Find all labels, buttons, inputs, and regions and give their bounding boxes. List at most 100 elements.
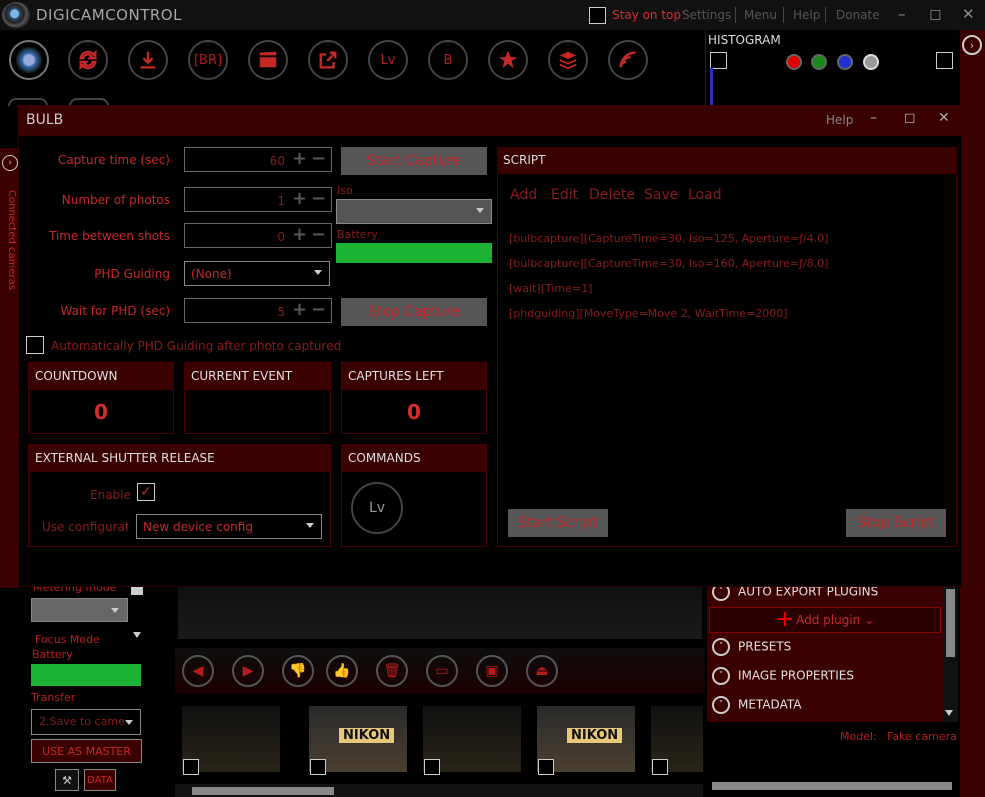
right-strip <box>960 30 985 797</box>
image-preview <box>178 587 702 639</box>
scroll-down-icon[interactable] <box>945 710 953 716</box>
script-line[interactable]: [wait][Time=1] <box>509 282 592 295</box>
folder-icon[interactable]: ▭ <box>426 655 458 687</box>
green-channel-toggle[interactable] <box>811 54 827 70</box>
donate-link[interactable]: Donate <box>836 8 880 22</box>
number-of-photos-label: Number of photos <box>61 193 170 207</box>
chevron-down-icon[interactable] <box>133 632 141 638</box>
increment-button[interactable]: + <box>292 188 307 209</box>
chevron-right-icon[interactable]: › <box>2 155 18 171</box>
external-link-icon[interactable] <box>308 40 348 80</box>
decrement-button[interactable]: − <box>311 148 326 169</box>
liveview-command-button[interactable]: Lv <box>351 482 403 534</box>
decrement-button[interactable]: − <box>311 299 326 320</box>
decrement-button[interactable]: − <box>311 188 326 209</box>
iso-select[interactable] <box>336 199 492 224</box>
bulb-help-link[interactable]: Help <box>826 113 853 127</box>
increment-button[interactable]: + <box>292 148 307 169</box>
bracketing-button[interactable]: [BR] <box>188 40 228 80</box>
enable-label: Enable <box>90 488 131 502</box>
clapperboard-icon[interactable] <box>248 40 288 80</box>
current-event-panel: CURRENT EVENT <box>184 362 331 434</box>
blue-channel-toggle[interactable] <box>837 54 853 70</box>
histogram-option-checkbox[interactable] <box>936 52 953 69</box>
model-value: Fake camera <box>887 730 957 743</box>
thumbs-down-icon[interactable]: 👎 <box>282 655 314 687</box>
minimize-button[interactable]: – <box>898 5 906 23</box>
tools-icon[interactable]: ⚒ <box>55 769 79 791</box>
bulb-button[interactable]: B <box>428 40 468 80</box>
menu-link[interactable]: Menu <box>744 8 777 22</box>
thumbnail-checkbox[interactable] <box>652 759 668 775</box>
stop-script-button[interactable]: Stop Script <box>846 509 946 537</box>
bulb-maximize-button[interactable]: ◻ <box>904 110 916 126</box>
luminance-toggle[interactable] <box>863 54 879 70</box>
red-channel-toggle[interactable] <box>786 54 802 70</box>
transfer-select[interactable]: 2.Save to came <box>31 709 141 735</box>
stamp-icon[interactable]: ⏏ <box>526 655 558 687</box>
app-logo-icon <box>2 2 30 28</box>
histogram-checkbox[interactable] <box>710 52 727 69</box>
refresh-icon[interactable] <box>68 40 108 80</box>
stop-capture-button[interactable]: Stop Capture <box>341 298 487 326</box>
thumbnail-checkbox[interactable] <box>538 759 554 775</box>
script-edit-link[interactable]: Edit <box>551 187 578 203</box>
script-load-link[interactable]: Load <box>688 187 722 203</box>
star-icon[interactable] <box>488 40 528 80</box>
thumbnail-checkbox[interactable] <box>424 759 440 775</box>
use-as-master-button[interactable]: USE AS MASTER <box>31 739 142 763</box>
presets-header[interactable]: ˅ PRESETS <box>712 638 791 656</box>
capture-icon[interactable] <box>9 40 49 80</box>
scrollbar-thumb[interactable] <box>192 787 334 795</box>
script-line[interactable]: [bulbcapture][CaptureTime=30, Iso=160, A… <box>509 257 828 270</box>
auto-phd-label: Automatically PHD Guiding after photo ca… <box>51 339 342 353</box>
script-delete-link[interactable]: Delete <box>589 187 635 203</box>
bulb-close-button[interactable]: ✕ <box>938 110 950 126</box>
image-icon[interactable]: ▣ <box>476 655 508 687</box>
increment-button[interactable]: + <box>292 299 307 320</box>
trash-icon[interactable]: 🗑 <box>376 655 408 687</box>
script-save-link[interactable]: Save <box>644 187 678 203</box>
maximize-button[interactable]: ◻ <box>929 5 941 23</box>
help-link[interactable]: Help <box>793 8 820 22</box>
thumbnail-checkbox[interactable] <box>310 759 326 775</box>
add-plugin-label: Add plugin <box>796 613 861 627</box>
start-capture-button[interactable]: Start Capture <box>341 147 487 175</box>
scrollbar-thumb[interactable] <box>131 587 143 595</box>
data-button[interactable]: DATA <box>84 769 116 791</box>
start-script-button[interactable]: Start Script <box>508 509 608 537</box>
stay-on-top-checkbox[interactable] <box>589 7 606 24</box>
scrollbar-thumb[interactable] <box>946 589 955 657</box>
phd-guiding-value: (None) <box>191 266 232 281</box>
transfer-value: 2.Save to came <box>39 715 125 728</box>
previous-icon[interactable]: ◀ <box>182 655 214 687</box>
close-button[interactable]: ✕ <box>962 5 975 23</box>
next-icon[interactable]: ▶ <box>232 655 264 687</box>
phd-guiding-select[interactable]: (None) <box>184 261 330 286</box>
liveview-button[interactable]: Lv <box>368 40 408 80</box>
script-add-link[interactable]: Add <box>510 187 537 203</box>
layers-icon[interactable] <box>548 40 588 80</box>
metadata-header[interactable]: ˅ METADATA <box>712 696 801 714</box>
metering-mode-select[interactable] <box>31 598 128 622</box>
bulb-minimize-button[interactable]: – <box>870 110 877 126</box>
chevron-right-icon[interactable]: › <box>962 35 982 55</box>
image-properties-header[interactable]: ˅ IMAGE PROPERTIES <box>712 667 854 685</box>
add-plugin-button[interactable]: + Add plugin ⌄ <box>709 607 941 633</box>
enable-checkbox[interactable]: ✓ <box>137 483 155 501</box>
wireless-icon[interactable] <box>608 40 648 80</box>
download-icon[interactable] <box>128 40 168 80</box>
focus-mode-label: Focus Mode <box>35 633 100 646</box>
separator <box>735 7 736 23</box>
configuration-select[interactable]: New device config <box>136 514 322 539</box>
script-line[interactable]: [phdguiding][MoveType=Move 2, WaitTime=2… <box>509 307 788 320</box>
increment-button[interactable]: + <box>292 224 307 245</box>
horizontal-scrollbar[interactable] <box>712 782 952 790</box>
settings-link[interactable]: Settings <box>682 8 731 22</box>
script-line[interactable]: [bulbcapture][CaptureTime=30, Iso=125, A… <box>509 232 828 245</box>
thumbs-up-icon[interactable]: 👍 <box>326 655 358 687</box>
decrement-button[interactable]: − <box>311 224 326 245</box>
thumbnail-checkbox[interactable] <box>183 759 199 775</box>
auto-phd-checkbox[interactable] <box>26 336 44 354</box>
connected-cameras-label[interactable]: Connected cameras <box>6 190 17 290</box>
